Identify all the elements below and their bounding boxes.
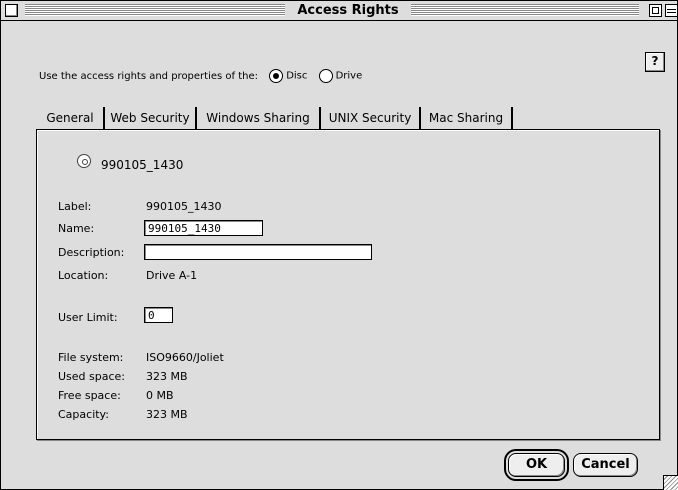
free-space-value: 0 MB — [146, 389, 174, 402]
cancel-button[interactable]: Cancel — [573, 453, 638, 477]
capacity-value: 323 MB — [146, 408, 188, 421]
file-system-caption: File system: — [58, 351, 124, 364]
help-button[interactable]: ? — [645, 52, 665, 72]
collapse-box-icon[interactable] — [665, 4, 677, 17]
user-limit-caption: User Limit: — [58, 311, 118, 324]
disc-name: 990105_1430 — [101, 158, 184, 172]
zoom-box-icon[interactable] — [649, 4, 662, 17]
source-prompt: Use the access rights and properties of … — [39, 71, 259, 82]
source-selector: Use the access rights and properties of … — [39, 69, 362, 83]
resize-grip-icon[interactable] — [663, 475, 678, 490]
description-field[interactable] — [144, 244, 372, 260]
access-rights-window: Access Rights ? Use the access rights an… — [0, 0, 678, 490]
file-system-value: ISO9660/Joliet — [146, 351, 224, 364]
window-title: Access Rights — [289, 2, 407, 19]
tab-web-security[interactable]: Web Security — [105, 107, 197, 129]
drive-radio[interactable] — [318, 69, 333, 83]
disc-radio[interactable] — [269, 69, 284, 83]
drive-radio-label[interactable]: Drive — [336, 71, 363, 82]
general-panel — [36, 129, 660, 440]
used-space-value: 323 MB — [146, 370, 188, 383]
tab-windows-sharing[interactable]: Windows Sharing — [197, 107, 321, 129]
title-bar[interactable]: Access Rights — [1, 1, 677, 21]
label-value: 990105_1430 — [146, 200, 222, 213]
tab-general[interactable]: General — [37, 107, 105, 129]
user-limit-field[interactable]: 0 — [144, 307, 173, 323]
ok-button[interactable]: OK — [504, 449, 569, 481]
tab-mac-sharing[interactable]: Mac Sharing — [421, 107, 513, 129]
title-stripes-left — [25, 4, 285, 16]
tab-unix-security[interactable]: UNIX Security — [321, 107, 421, 129]
close-box-icon[interactable] — [5, 4, 18, 17]
used-space-caption: Used space: — [58, 370, 126, 383]
capacity-caption: Capacity: — [58, 408, 109, 421]
name-caption: Name: — [58, 222, 95, 235]
disc-icon — [77, 154, 91, 168]
description-caption: Description: — [58, 246, 125, 259]
title-stripes-right — [411, 4, 639, 16]
free-space-caption: Free space: — [58, 389, 121, 402]
label-caption: Label: — [58, 200, 92, 213]
location-value: Drive A-1 — [146, 269, 198, 282]
disc-radio-label[interactable]: Disc — [286, 71, 307, 82]
name-field[interactable]: 990105_1430 — [144, 220, 263, 236]
location-caption: Location: — [58, 269, 109, 282]
